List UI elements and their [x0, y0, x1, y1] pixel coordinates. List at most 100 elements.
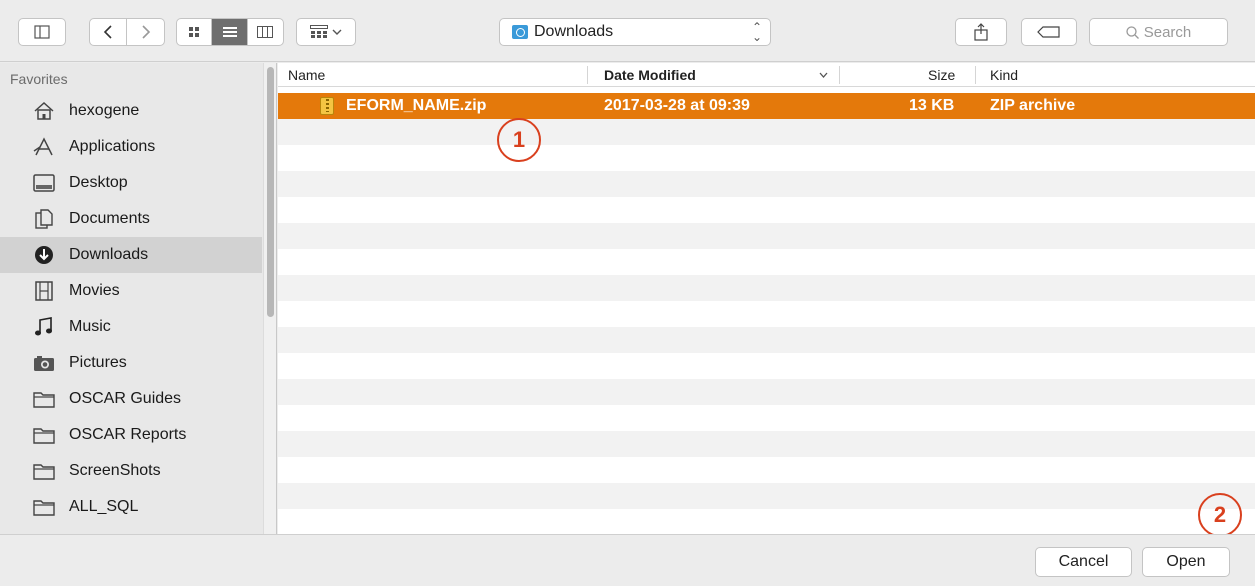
back-button[interactable]	[90, 19, 128, 45]
favorites-heading: Favorites	[10, 71, 68, 87]
list-row-empty	[278, 145, 1255, 171]
sidebar-scrollbar[interactable]	[263, 63, 276, 534]
list-view-button[interactable]	[212, 19, 248, 45]
chevron-left-icon	[103, 25, 112, 39]
sidebar-item-label: ScreenShots	[69, 462, 161, 479]
list-row-empty	[278, 119, 1255, 145]
columns-icon	[257, 26, 274, 38]
sort-chevron-down-icon	[819, 72, 828, 78]
sidebar-item-documents[interactable]: Documents	[0, 201, 262, 237]
sidebar: Favorites hexogene Applications Desktop …	[0, 63, 277, 534]
file-row-eform-name-zip[interactable]: EFORM_NAME.zip 2017-03-28 at 09:39 13 KB…	[278, 93, 1255, 119]
forward-button[interactable]	[127, 19, 164, 45]
annotation-marker-1: 1	[497, 118, 541, 162]
sidebar-toggle-button[interactable]	[18, 18, 66, 46]
sidebar-scroll-thumb[interactable]	[267, 67, 274, 317]
sidebar-item-screenshots[interactable]: ScreenShots	[0, 453, 262, 489]
annotation-marker-2: 2	[1198, 493, 1242, 537]
list-row-empty	[278, 171, 1255, 197]
sidebar-item-label: OSCAR Guides	[69, 390, 182, 407]
tag-icon	[1037, 26, 1060, 38]
tags-button[interactable]	[1021, 18, 1077, 46]
list-header: Name Date Modified Size Kind	[278, 63, 1255, 87]
search-placeholder: Search	[1143, 23, 1192, 41]
column-header-name[interactable]: Name	[288, 67, 325, 83]
sidebar-item-label: Desktop	[69, 174, 128, 191]
share-button[interactable]	[955, 18, 1007, 46]
sidebar-item-movies[interactable]: Movies	[0, 273, 262, 309]
column-header-kind[interactable]: Kind	[990, 67, 1018, 83]
list-row-empty	[278, 275, 1255, 301]
back-forward-control	[89, 18, 165, 46]
sidebar-item-label: Applications	[69, 138, 156, 155]
sidebar-item-label: hexogene	[69, 102, 140, 119]
view-mode-control	[176, 18, 284, 46]
sidebar-icon	[34, 25, 50, 39]
sidebar-item-label: Pictures	[69, 354, 127, 371]
sidebar-item-downloads[interactable]: Downloads	[0, 237, 262, 273]
column-divider	[975, 66, 976, 84]
sidebar-item-all-sql[interactable]: ALL_SQL	[0, 489, 262, 525]
file-date-modified: 2017-03-28 at 09:39	[604, 97, 750, 114]
sidebar-item-desktop[interactable]: Desktop	[0, 165, 262, 201]
downloads-icon	[35, 246, 53, 264]
sidebar-item-oscar-guides[interactable]: OSCAR Guides	[0, 381, 262, 417]
location-popup[interactable]: Downloads ⌃ ⌄	[499, 18, 771, 46]
file-list: Name Date Modified Size Kind EFORM_NAME.…	[278, 63, 1255, 534]
cancel-button[interactable]: Cancel	[1035, 547, 1132, 577]
zip-file-icon	[320, 97, 334, 115]
downloads-folder-icon	[512, 25, 528, 39]
file-size: 13 KB	[909, 97, 955, 114]
list-row-empty	[278, 223, 1255, 249]
list-row-empty	[278, 379, 1255, 405]
folder-icon	[33, 464, 55, 480]
movies-icon	[35, 281, 53, 301]
list-row-empty	[278, 197, 1255, 223]
folder-icon	[33, 392, 55, 408]
up-down-chevron-icon: ⌃ ⌄	[751, 20, 762, 44]
toolbar: Downloads ⌃ ⌄ Search	[0, 0, 1255, 62]
column-header-date-modified[interactable]: Date Modified	[604, 67, 696, 83]
file-kind: ZIP archive	[990, 97, 1076, 114]
sidebar-item-label: Documents	[69, 210, 150, 227]
list-row-empty	[278, 405, 1255, 431]
sidebar-item-hexogene[interactable]: hexogene	[0, 93, 262, 129]
sidebar-item-pictures[interactable]: Pictures	[0, 345, 262, 381]
sidebar-item-label: Downloads	[69, 246, 149, 263]
list-row-empty	[278, 483, 1255, 509]
share-icon	[974, 23, 988, 41]
list-row-empty	[278, 509, 1255, 534]
folder-icon	[33, 500, 55, 516]
home-icon	[34, 101, 54, 120]
chevron-right-icon	[141, 25, 150, 39]
pictures-icon	[34, 356, 54, 371]
column-header-size[interactable]: Size	[928, 67, 955, 83]
list-row-empty	[278, 431, 1255, 457]
list-row-empty	[278, 327, 1255, 353]
grid-icon	[189, 27, 200, 37]
list-icon	[222, 27, 237, 37]
desktop-icon	[33, 174, 55, 192]
icon-view-button[interactable]	[177, 19, 213, 45]
column-divider	[839, 66, 840, 84]
folder-icon	[33, 428, 55, 444]
list-row-empty	[278, 249, 1255, 275]
sidebar-item-applications[interactable]: Applications	[0, 129, 262, 165]
sidebar-item-label: ALL_SQL	[69, 498, 139, 515]
sidebar-item-oscar-reports[interactable]: OSCAR Reports	[0, 417, 262, 453]
open-button[interactable]: Open	[1142, 547, 1230, 577]
column-divider	[587, 66, 588, 84]
location-label: Downloads	[534, 23, 614, 40]
arrange-icon	[310, 25, 328, 38]
search-field[interactable]: Search	[1089, 18, 1228, 46]
sidebar-item-music[interactable]: Music	[0, 309, 262, 345]
column-view-button[interactable]	[248, 19, 283, 45]
search-icon	[1126, 25, 1139, 39]
list-row-empty	[278, 457, 1255, 483]
list-row-empty	[278, 301, 1255, 327]
documents-icon	[35, 209, 53, 229]
list-row-empty	[278, 353, 1255, 379]
chevron-down-icon	[332, 29, 342, 35]
arrange-button[interactable]	[296, 18, 356, 46]
file-name: EFORM_NAME.zip	[346, 97, 487, 114]
